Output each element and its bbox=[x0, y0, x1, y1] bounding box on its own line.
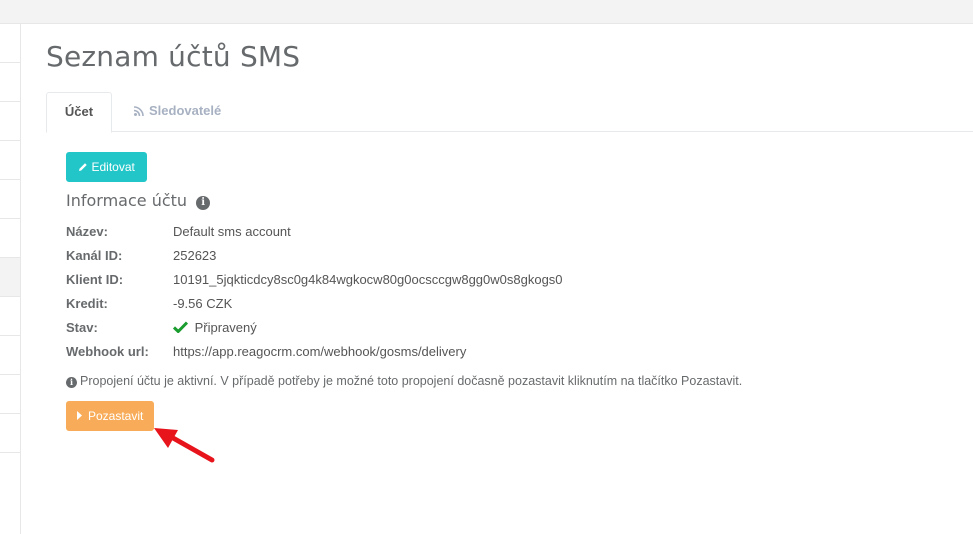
detail-label: Název: bbox=[66, 224, 108, 239]
edit-button-label: Editovat bbox=[91, 160, 135, 174]
sidebar-item[interactable] bbox=[0, 141, 20, 180]
pause-button[interactable]: Pozastavit bbox=[66, 401, 154, 431]
tab-bar: Účet Sledovatelé bbox=[46, 92, 973, 133]
tab-account[interactable]: Účet bbox=[46, 92, 112, 133]
detail-label: Klient ID: bbox=[66, 272, 124, 287]
sidebar-item[interactable] bbox=[0, 219, 20, 258]
sidebar bbox=[0, 24, 21, 534]
info-icon[interactable]: i bbox=[196, 196, 211, 210]
detail-value: https://app.reagocrm.com/webhook/gosms/d… bbox=[173, 344, 467, 359]
section-title-text: Informace účtu bbox=[66, 191, 188, 210]
detail-row: Kredit: -9.56 CZK bbox=[66, 295, 766, 319]
play-icon bbox=[76, 409, 88, 423]
detail-row: Klient ID: 10191_5jqkticdcy8sc0g4k84wgko… bbox=[66, 271, 766, 295]
sidebar-item[interactable] bbox=[0, 24, 20, 63]
check-icon bbox=[172, 320, 195, 335]
info-icon: i bbox=[66, 377, 77, 388]
account-details: Název: Default sms account Kanál ID: 252… bbox=[66, 223, 766, 367]
detail-row: Webhook url: https://app.reagocrm.com/we… bbox=[66, 343, 766, 367]
page-title: Seznam účtů SMS bbox=[46, 40, 301, 73]
info-note-text: Propojení účtu je aktivní. V případě pot… bbox=[80, 374, 743, 388]
detail-value: -9.56 CZK bbox=[173, 296, 233, 311]
tab-followers[interactable]: Sledovatelé bbox=[124, 92, 231, 132]
sidebar-item[interactable] bbox=[0, 375, 20, 414]
detail-label: Kanál ID: bbox=[66, 248, 123, 263]
detail-row: Název: Default sms account bbox=[66, 223, 766, 247]
sidebar-item[interactable] bbox=[0, 297, 20, 336]
top-navbar bbox=[0, 0, 973, 24]
detail-label: Webhook url: bbox=[66, 344, 149, 359]
section-title: Informace účtu i bbox=[66, 191, 211, 210]
detail-label: Stav: bbox=[66, 320, 98, 335]
detail-row: Stav: Připravený bbox=[66, 319, 766, 343]
tab-label: Sledovatelé bbox=[149, 103, 222, 118]
sidebar-item[interactable] bbox=[0, 336, 20, 375]
sidebar-item[interactable] bbox=[0, 180, 20, 219]
info-note: i Propojení účtu je aktivní. V případě po… bbox=[66, 374, 742, 388]
detail-row: Kanál ID: 252623 bbox=[66, 247, 766, 271]
rss-icon bbox=[133, 93, 144, 131]
detail-value: 252623 bbox=[173, 248, 217, 263]
pause-button-label: Pozastavit bbox=[87, 409, 144, 423]
tab-label: Účet bbox=[64, 104, 94, 119]
status-text: Připravený bbox=[194, 320, 257, 335]
sidebar-item[interactable] bbox=[0, 63, 20, 102]
pencil-icon bbox=[78, 160, 91, 174]
sidebar-item[interactable] bbox=[0, 102, 20, 141]
edit-button[interactable]: Editovat bbox=[66, 152, 147, 182]
detail-value: 10191_5jqkticdcy8sc0g4k84wgkocw80g0ocscc… bbox=[173, 272, 563, 287]
detail-value: Default sms account bbox=[173, 224, 291, 239]
annotation-arrow-icon bbox=[150, 422, 220, 471]
sidebar-item[interactable] bbox=[0, 414, 20, 453]
detail-label: Kredit: bbox=[66, 296, 108, 311]
sidebar-item-active[interactable] bbox=[0, 258, 20, 297]
detail-value-status: Připravený bbox=[172, 319, 257, 337]
